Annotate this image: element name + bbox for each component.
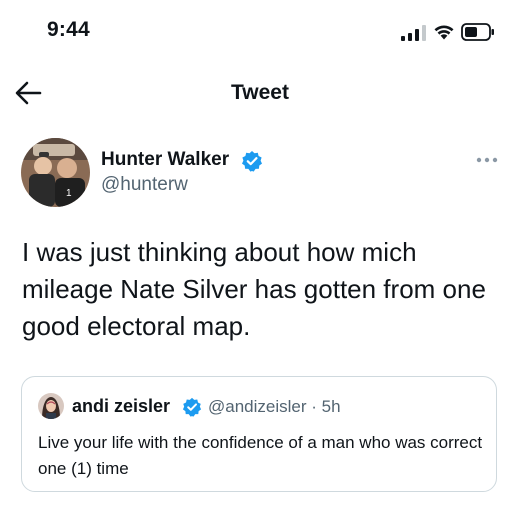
quoted-tweet-text: Live your life with the confidence of a … <box>38 433 483 478</box>
verified-badge-icon <box>182 397 202 417</box>
author-handle[interactable]: @hunterw <box>101 174 188 196</box>
avatar[interactable]: 1 <box>21 138 90 207</box>
battery-icon <box>461 23 494 41</box>
author-name[interactable]: Hunter Walker <box>101 149 229 171</box>
more-horizontal-icon[interactable] <box>476 156 498 164</box>
svg-text:1: 1 <box>66 188 72 199</box>
page-title: Tweet <box>231 81 289 104</box>
wifi-icon <box>434 25 454 40</box>
quoted-author-name: andi zeisler <box>72 396 171 416</box>
quoted-author-avatar <box>38 393 64 419</box>
status-time: 9:44 <box>47 18 90 41</box>
quoted-tweet-card[interactable]: andi zeisler @andizeisler · 5h Live your… <box>21 376 497 492</box>
cellular-signal-icon <box>401 25 426 41</box>
quoted-author-handle: @andizeisler <box>208 397 307 416</box>
quoted-tweet-meta: @andizeisler · 5h <box>208 397 341 417</box>
meta-separator: · <box>311 397 317 416</box>
tweet-detail-screen: 9:44 Tweet 1 Hunter Walker @hunterw I wa… <box>0 0 520 520</box>
verified-badge-icon <box>242 151 262 172</box>
quoted-tweet-age: 5h <box>321 397 341 416</box>
tweet-text: I was just thinking about how mich milea… <box>22 237 486 341</box>
